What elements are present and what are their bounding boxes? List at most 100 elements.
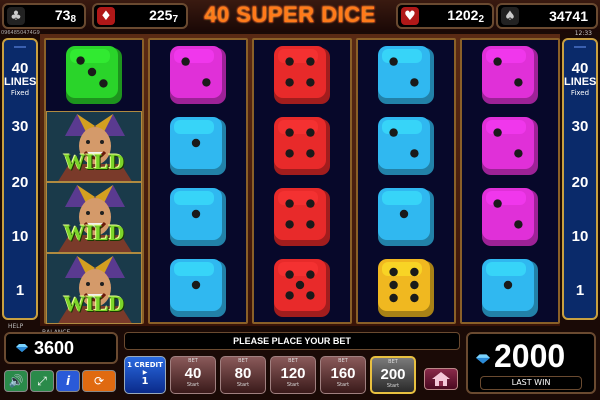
wild-symbol: WILD [46,111,142,182]
wild-label: WILD [63,291,125,316]
fullscreen-button[interactable]: ⤢ [30,370,54,392]
reel-5 [460,38,560,324]
magenta-die-symbol [462,111,558,182]
bet-start: Start [336,382,350,388]
line-level: 10 [571,228,589,245]
die-icon [274,258,330,317]
cyan-die-symbol [358,40,454,111]
red-die-symbol [254,111,350,182]
lines-panel-left: 40 LINES Fixed 30 20 10 1 [2,38,38,320]
bet-value: 40 [184,365,202,382]
diamond-icon [476,354,490,364]
clubs-icon: ♣ [7,7,25,25]
jackpot-sub: 2 [478,14,484,25]
lines-count: 40 [11,60,29,77]
reel-2 [148,38,248,324]
green-die-symbol [46,40,142,111]
sound-button[interactable]: 🔊 [4,370,28,392]
red-die-symbol [254,40,350,111]
cyan-die-symbol [462,253,558,324]
magenta-die-symbol [150,40,246,111]
autoplay-button[interactable]: ⟳ [82,370,116,392]
jackpot-hearts: ♥ 12022 [396,3,494,29]
cyan-die-symbol [150,253,246,324]
line-level: 20 [571,174,589,191]
credit-button[interactable]: 1 CREDIT ▶ 1 [124,356,166,394]
home-button[interactable] [424,368,458,390]
reel-4 [356,38,456,324]
game-title: 40 SUPER DICE [204,2,376,27]
home-icon [432,372,450,386]
info-button[interactable]: i [56,370,80,392]
cyan-die-symbol [358,182,454,253]
bet-160-button[interactable]: BET 160 Start [320,356,366,394]
die-icon [170,187,226,246]
bet-120-button[interactable]: BET 120 Start [270,356,316,394]
gold-die-symbol [358,253,454,324]
die-icon [66,45,122,104]
lines-mode: Fixed [10,89,30,97]
bet-start: Start [186,382,200,388]
die-icon [170,116,226,175]
clock: 12:33 [574,30,592,37]
jackpot-value: 73 [54,7,71,23]
line-level: 1 [575,282,585,299]
magenta-die-symbol [462,182,558,253]
bet-value: 200 [380,366,406,383]
game-id: 0964850474G9 [1,30,40,36]
lines-label: LINES [564,76,597,88]
sound-icon: 🔊 [8,374,24,388]
bet-200-button[interactable]: BET 200 Start [370,356,416,394]
wild-label: WILD [63,220,125,245]
bet-80-button[interactable]: BET 80 Start [220,356,266,394]
bet-start: Start [286,382,300,388]
die-icon [274,116,330,175]
fullscreen-icon: ⤢ [37,373,47,388]
jackpot-sub: 7 [172,14,178,25]
bet-value: 80 [234,365,252,382]
arrow-icon: ▶ [142,369,148,376]
bet-start: Start [236,382,250,388]
die-icon [378,116,434,175]
lines-mode: Fixed [570,89,590,97]
jackpot-clubs: ♣ 738 [2,3,86,29]
bet-value: 160 [330,365,356,382]
red-die-symbol [254,182,350,253]
jackpot-value: 1202 [447,7,479,23]
spades-icon: ♠ [501,7,519,25]
bet-caption: BET [388,359,398,365]
last-win-label: LAST WIN [480,376,582,390]
magenta-die-symbol [462,40,558,111]
bet-value: 120 [280,365,306,382]
line-level: 30 [11,118,29,135]
die-icon [378,45,434,104]
cyan-die-symbol [150,111,246,182]
credit-value: 1 [141,376,149,387]
die-icon [378,258,434,317]
lines-count: 40 [571,60,589,77]
line-level: 30 [571,118,589,135]
wild-label: WILD [63,149,125,174]
help-label: HELP [8,323,24,330]
last-win-box: 2000 LAST WIN [466,332,596,394]
die-icon [378,187,434,246]
message-box: PLEASE PLACE YOUR BET [124,332,460,350]
hearts-icon: ♥ [401,7,419,25]
die-icon [274,187,330,246]
wild-symbol: WILD [46,253,142,324]
red-die-symbol [254,253,350,324]
jackpot-spades: ♠ 34741 [496,3,598,29]
balance-box: 3600 [4,332,118,364]
reel-area: WILD WILD WILD [40,34,560,326]
die-icon [170,45,226,104]
line-level: 10 [11,228,29,245]
bet-caption: BET [188,358,198,364]
cyan-die-symbol [150,182,246,253]
cyan-die-symbol [358,111,454,182]
bet-40-button[interactable]: BET 40 Start [170,356,216,394]
last-win-value: 2000 [494,338,566,374]
jackpot-value: 225 [149,7,173,23]
die-icon [274,45,330,104]
line-level: 1 [15,282,25,299]
bet-caption: BET [238,358,248,364]
